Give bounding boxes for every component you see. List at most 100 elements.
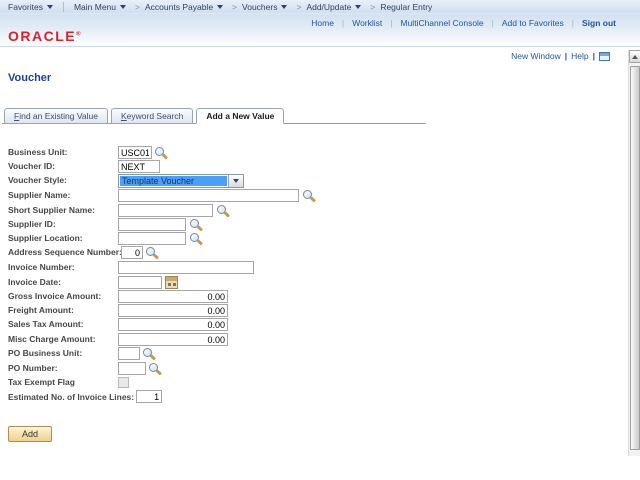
field-row-address-sequence-number: Address Sequence Number: (8, 246, 623, 259)
tab-bar: Find an Existing Value Keyword Search Ad… (4, 108, 287, 124)
worklist-link[interactable]: Worklist (352, 18, 382, 28)
field-row-tax-exempt-flag: Tax Exempt Flag (8, 376, 623, 389)
page-title: Voucher (8, 72, 52, 84)
estimated-invoice-lines-input[interactable] (136, 390, 163, 403)
divider: | (491, 17, 494, 28)
po-business-unit-input[interactable] (118, 347, 140, 360)
page-header: Favorites Main Menu > Accounts Payable >… (0, 0, 640, 47)
short-supplier-name-lookup-icon[interactable] (216, 204, 230, 217)
po-number-lookup-icon[interactable] (148, 362, 162, 375)
misc-charge-amount-label: Misc Charge Amount: (8, 334, 96, 344)
help-link[interactable]: Help (571, 51, 588, 61)
chevron-down-icon (355, 4, 362, 9)
business-unit-input[interactable] (118, 146, 152, 159)
address-sequence-number-input[interactable] (121, 246, 143, 259)
multichannel-console-link[interactable]: MultiChannel Console (401, 18, 484, 28)
field-row-invoice-date: Invoice Date: (8, 276, 623, 289)
field-row-voucher-style: Voucher Style: Template Voucher (8, 174, 623, 188)
business-unit-lookup-icon[interactable] (154, 146, 168, 159)
tab-label: eyword Search (126, 111, 184, 121)
breadcrumb-label: Accounts Payable (145, 1, 214, 12)
personalize-page-icon[interactable] (599, 51, 610, 61)
oracle-logo: ORACLE® (8, 28, 83, 44)
short-supplier-name-input[interactable] (118, 204, 213, 217)
main-menu-label: Main Menu (73, 1, 117, 12)
field-row-short-supplier-name: Short Supplier Name: (8, 204, 623, 217)
supplier-location-input[interactable] (118, 232, 186, 245)
po-number-input[interactable] (118, 362, 146, 375)
voucher-style-select[interactable]: Template Voucher (118, 174, 244, 188)
sign-out-link[interactable]: Sign out (582, 18, 616, 28)
misc-charge-amount-input[interactable] (118, 333, 228, 346)
supplier-location-lookup-icon[interactable] (189, 232, 203, 245)
address-sequence-number-lookup-icon[interactable] (145, 246, 159, 259)
gross-invoice-amount-label: Gross Invoice Amount: (8, 291, 102, 301)
invoice-number-input[interactable] (118, 261, 254, 274)
tax-exempt-flag-checkbox[interactable] (118, 377, 129, 388)
scrollbar-thumb[interactable] (630, 66, 640, 450)
supplier-id-label: Supplier ID: (8, 219, 56, 229)
field-row-po-number: PO Number: (8, 362, 623, 375)
breadcrumb-label: Add/Update (306, 1, 352, 12)
supplier-name-input[interactable] (118, 189, 299, 202)
chevron-down-icon[interactable] (228, 175, 243, 187)
utility-links: Home | Worklist | MultiChannel Console |… (0, 15, 622, 30)
po-business-unit-lookup-icon[interactable] (142, 347, 156, 360)
tab-label: ind an Existing Value (19, 111, 98, 121)
main-menu[interactable]: Main Menu (73, 1, 127, 12)
divider: | (390, 17, 393, 28)
breadcrumb-vouchers[interactable]: Vouchers (242, 1, 288, 12)
field-row-supplier-id: Supplier ID: (8, 218, 623, 231)
breadcrumb-regular-entry: Regular Entry (380, 2, 432, 12)
add-button[interactable]: Add (8, 426, 53, 442)
supplier-id-lookup-icon[interactable] (189, 218, 203, 231)
short-supplier-name-label: Short Supplier Name: (8, 205, 95, 215)
field-row-voucher-id: Voucher ID: (8, 160, 623, 173)
invoice-date-input[interactable] (118, 276, 162, 289)
vertical-scrollbar[interactable] (628, 50, 640, 456)
supplier-name-label: Supplier Name: (8, 190, 71, 200)
field-row-estimated-invoice-lines: Estimated No. of Invoice Lines: (8, 390, 163, 403)
sales-tax-amount-input[interactable] (118, 318, 228, 331)
calendar-icon[interactable] (165, 276, 178, 289)
field-row-business-unit: Business Unit: (8, 146, 623, 159)
favorites-menu[interactable]: Favorites (8, 2, 53, 12)
new-window-link[interactable]: New Window (511, 51, 561, 61)
home-link[interactable]: Home (311, 18, 334, 28)
add-to-favorites-link[interactable]: Add to Favorites (502, 18, 564, 28)
breadcrumb-separator: > (296, 1, 302, 12)
chevron-down-icon (281, 4, 288, 9)
freight-amount-input[interactable] (118, 304, 228, 317)
voucher-style-label: Voucher Style: (8, 175, 67, 185)
tab-label: Add a New Value (206, 111, 275, 121)
divider: | (341, 17, 345, 28)
supplier-name-lookup-icon[interactable] (302, 189, 316, 202)
tab-add-new-value[interactable]: Add a New Value (196, 108, 285, 124)
chevron-down-icon (120, 4, 127, 9)
favorites-label: Favorites (8, 1, 43, 12)
gross-invoice-amount-input[interactable] (118, 290, 228, 303)
divider: | (592, 51, 595, 61)
invoice-date-label: Invoice Date: (8, 277, 61, 287)
field-row-freight-amount: Freight Amount: (8, 304, 623, 317)
breadcrumb-add-update[interactable]: Add/Update (306, 1, 362, 12)
breadcrumb-accounts-payable[interactable]: Accounts Payable (145, 1, 224, 12)
breadcrumb-separator: > (135, 1, 140, 12)
estimated-invoice-lines-label: Estimated No. of Invoice Lines: (8, 391, 135, 402)
breadcrumb-label: Vouchers (242, 1, 278, 12)
supplier-id-input[interactable] (118, 218, 186, 231)
tab-keyword-search[interactable]: Keyword Search (110, 108, 194, 124)
breadcrumb-separator: > (370, 1, 376, 12)
field-row-gross-invoice-amount: Gross Invoice Amount: (8, 290, 623, 303)
freight-amount-label: Freight Amount: (8, 305, 74, 315)
invoice-number-label: Invoice Number: (8, 262, 75, 272)
field-row-sales-tax-amount: Sales Tax Amount: (8, 318, 623, 331)
business-unit-label: Business Unit: (8, 147, 68, 157)
scroll-up-icon[interactable] (629, 50, 640, 63)
field-row-invoice-number: Invoice Number: (8, 261, 623, 274)
voucher-id-input[interactable] (118, 160, 160, 173)
breadcrumb-separator: > (232, 1, 238, 12)
field-row-supplier-location: Supplier Location: (8, 232, 623, 245)
tab-find-existing-value[interactable]: Find an Existing Value (4, 108, 108, 124)
divider (62, 1, 64, 12)
